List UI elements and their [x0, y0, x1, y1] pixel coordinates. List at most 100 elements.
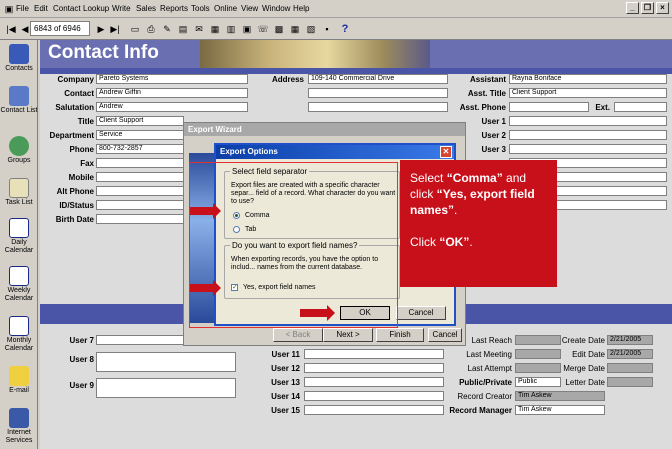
lookup-tool-icon[interactable]: ▥	[224, 22, 238, 36]
minimize-icon[interactable]: _	[626, 2, 639, 14]
dialog-title: Export Options	[216, 145, 454, 159]
menu-contact[interactable]: Contact	[53, 4, 81, 13]
menu-lookup[interactable]: Lookup	[83, 4, 109, 13]
sidebar-item-email[interactable]: E-mail	[0, 366, 38, 395]
chart-icon[interactable]: ▤	[176, 22, 190, 36]
address-line3-field[interactable]	[308, 102, 448, 112]
wizard-title: Export Wizard	[184, 123, 465, 136]
salutation-field[interactable]: Andrew	[96, 102, 248, 112]
public-private-field[interactable]: Public	[515, 377, 561, 387]
sidebar-item-internet-services[interactable]: Internet Services	[0, 408, 38, 445]
user11-field[interactable]	[304, 349, 444, 359]
asst-title-field[interactable]: Client Support	[509, 88, 667, 98]
address-field[interactable]: 109-140 Commercial Drive	[308, 74, 448, 84]
restore-icon[interactable]: ❐	[641, 2, 654, 14]
menu-view[interactable]: View	[241, 4, 258, 13]
asst-phone-label: Asst. Phone	[459, 103, 506, 112]
menu-tools[interactable]: Tools	[191, 4, 210, 13]
sidebar-label: Monthly Calendar	[4, 337, 34, 352]
department-field[interactable]: Service	[96, 130, 184, 140]
menu-sales[interactable]: Sales	[136, 4, 156, 13]
department-label: Department	[49, 131, 94, 140]
banner-photo	[200, 40, 430, 68]
title-field[interactable]: Client Support	[96, 116, 184, 126]
fax-field[interactable]	[96, 158, 184, 168]
close-icon[interactable]: ×	[656, 2, 669, 14]
navigation-sidebar: Contacts Contact List Groups Task List D…	[0, 40, 38, 449]
calc-tool-icon[interactable]: ▧	[304, 22, 318, 36]
edit-date-field: 2/21/2005	[607, 349, 653, 359]
last-record-icon[interactable]: ▶|	[108, 22, 122, 36]
record-manager-label: Record Manager	[449, 406, 512, 415]
user2-field[interactable]	[509, 130, 667, 140]
contact-field[interactable]: Andrew Giffin	[96, 88, 248, 98]
new-record-icon[interactable]: ▭	[128, 22, 142, 36]
asst-phone-field[interactable]	[509, 102, 589, 112]
alt-phone-field[interactable]	[96, 186, 184, 196]
user15-field[interactable]	[304, 405, 444, 415]
phone-field[interactable]: 800-732-2857	[96, 144, 184, 154]
wizard-back-button[interactable]: < Back	[273, 328, 323, 342]
ext-field[interactable]	[614, 102, 667, 112]
record-manager-field[interactable]: Tim Askew	[515, 405, 605, 415]
user13-field[interactable]	[304, 377, 444, 387]
dialog-cancel-button[interactable]: Cancel	[396, 306, 446, 320]
letter-date-label: Letter Date	[565, 378, 605, 387]
address-label: Address	[271, 75, 304, 84]
sidebar-item-weekly-calendar[interactable]: Weekly Calendar	[0, 266, 38, 303]
first-record-icon[interactable]: |◀	[4, 22, 18, 36]
write-icon[interactable]: ✎	[160, 22, 174, 36]
calendar-tool-icon[interactable]: ▦	[208, 22, 222, 36]
email-tool-icon[interactable]: ✉	[192, 22, 206, 36]
menu-edit[interactable]: Edit	[34, 4, 48, 13]
sidebar-item-contact-list[interactable]: Contact List	[0, 86, 38, 115]
last-reach-field	[515, 335, 561, 345]
mobile-field[interactable]	[96, 172, 184, 182]
sidebar-label: Task List	[5, 199, 33, 206]
wizard-cancel-button[interactable]: Cancel	[428, 328, 462, 342]
report-tool-icon[interactable]: ▣	[240, 22, 254, 36]
user1-field[interactable]	[509, 116, 667, 126]
sidebar-item-groups[interactable]: Groups	[0, 136, 38, 165]
sidebar-item-task-list[interactable]: Task List	[0, 178, 38, 207]
wizard-finish-button[interactable]: Finish	[376, 328, 424, 342]
user9-field[interactable]	[96, 378, 236, 398]
menu-reports[interactable]: Reports	[160, 4, 188, 13]
assistant-field[interactable]: Rayna Boniface	[509, 74, 667, 84]
grid-tool-icon[interactable]: ▦	[288, 22, 302, 36]
user13-label: User 13	[271, 378, 300, 387]
user12-field[interactable]	[304, 363, 444, 373]
wizard-next-button[interactable]: Next >	[323, 328, 373, 342]
callout-emphasis: “OK”	[439, 235, 470, 249]
monthly-calendar-icon	[9, 316, 29, 336]
next-record-icon[interactable]: ▶	[94, 22, 108, 36]
menu-file[interactable]: File	[16, 4, 29, 13]
sidebar-label: Daily Calendar	[4, 239, 34, 254]
fax-label: Fax	[80, 159, 94, 168]
schedule-tool-icon[interactable]: ▩	[272, 22, 286, 36]
phone-tool-icon[interactable]: ☏	[256, 22, 270, 36]
dialog-close-icon[interactable]: ✕	[440, 146, 452, 158]
sidebar-item-contacts[interactable]: Contacts	[0, 44, 38, 73]
user14-field[interactable]	[304, 391, 444, 401]
help-icon[interactable]: ?	[338, 22, 352, 36]
save-tool-icon[interactable]: ▪	[320, 22, 334, 36]
address-line2-field[interactable]	[308, 88, 448, 98]
user3-field[interactable]	[509, 144, 667, 154]
instruction-callout: Select “Comma” and click “Yes, export fi…	[400, 160, 557, 287]
internet-services-icon	[9, 408, 29, 428]
merge-date-field	[607, 363, 653, 373]
merge-date-label: Merge Date	[563, 364, 605, 373]
sidebar-label: Groups	[7, 157, 31, 164]
menu-help[interactable]: Help	[293, 4, 309, 13]
company-field[interactable]: Pareto Systems	[96, 74, 248, 84]
menu-online[interactable]: Online	[214, 4, 237, 13]
menu-write[interactable]: Write	[112, 4, 131, 13]
sidebar-item-daily-calendar[interactable]: Daily Calendar	[0, 218, 38, 255]
user8-field[interactable]	[96, 352, 236, 372]
birth-date-field[interactable]	[96, 214, 184, 224]
print-icon[interactable]: ⎙	[144, 22, 158, 36]
menu-window[interactable]: Window	[262, 4, 290, 13]
sidebar-item-monthly-calendar[interactable]: Monthly Calendar	[0, 316, 38, 353]
id-status-field[interactable]	[96, 200, 184, 210]
